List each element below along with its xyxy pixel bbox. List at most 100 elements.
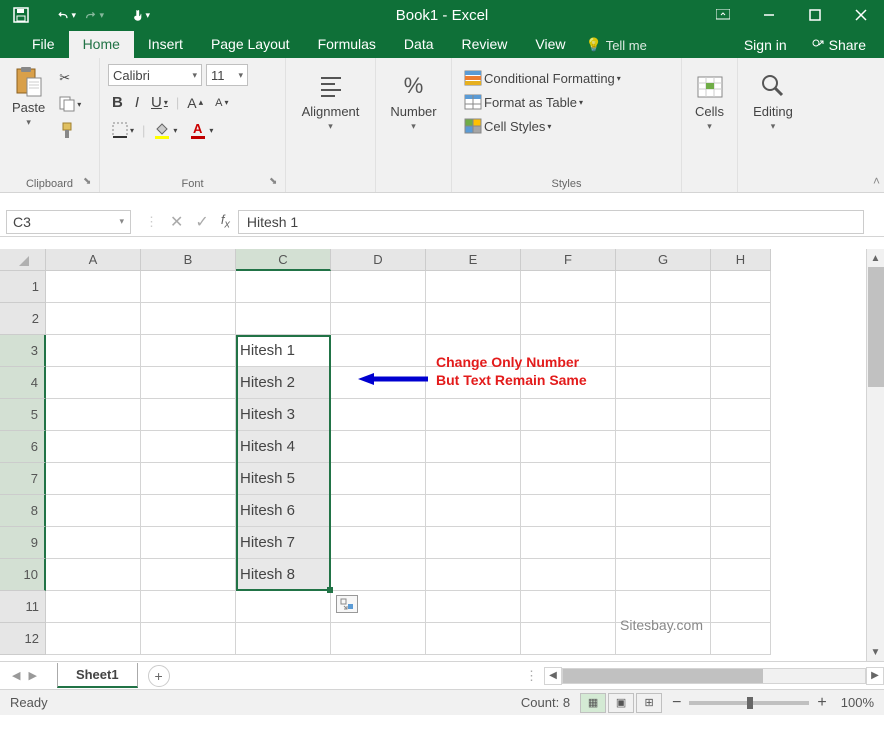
cell-styles-button[interactable]: Cell Styles▾: [460, 116, 673, 136]
zoom-level[interactable]: 100%: [841, 695, 874, 710]
collapse-ribbon-button[interactable]: ˄: [873, 174, 880, 188]
row-header-12[interactable]: 12: [0, 623, 46, 655]
cell-D12[interactable]: [331, 623, 426, 655]
insert-function-button[interactable]: fx: [221, 212, 230, 231]
cell-D8[interactable]: [331, 495, 426, 527]
cell-C2[interactable]: [236, 303, 331, 335]
column-header-B[interactable]: B: [141, 249, 236, 271]
cell-B4[interactable]: [141, 367, 236, 399]
cell-G7[interactable]: [616, 463, 711, 495]
cell-A4[interactable]: [46, 367, 141, 399]
scroll-down-button[interactable]: ▼: [867, 643, 884, 661]
cell-G8[interactable]: [616, 495, 711, 527]
cell-B5[interactable]: [141, 399, 236, 431]
cell-B7[interactable]: [141, 463, 236, 495]
close-button[interactable]: [838, 0, 884, 30]
cell-D1[interactable]: [331, 271, 426, 303]
scroll-right-button[interactable]: ▶: [866, 667, 884, 685]
tab-insert[interactable]: Insert: [134, 31, 197, 58]
horizontal-scrollbar[interactable]: ◀ ▶: [544, 667, 884, 685]
cell-B12[interactable]: [141, 623, 236, 655]
cell-F7[interactable]: [521, 463, 616, 495]
share-button[interactable]: Share: [801, 32, 876, 58]
row-header-10[interactable]: 10: [0, 559, 46, 591]
undo-icon[interactable]: ▾: [58, 6, 76, 24]
cell-F6[interactable]: [521, 431, 616, 463]
paste-button[interactable]: Paste ▾: [8, 64, 49, 190]
tab-pagelayout[interactable]: Page Layout: [197, 31, 304, 58]
tab-data[interactable]: Data: [390, 31, 448, 58]
name-box[interactable]: C3▾: [6, 210, 131, 234]
zoom-in-button[interactable]: +: [817, 694, 826, 712]
cell-B3[interactable]: [141, 335, 236, 367]
cells-button[interactable]: Cells ▾: [690, 68, 729, 134]
cell-G1[interactable]: [616, 271, 711, 303]
fill-handle[interactable]: [327, 587, 333, 593]
vertical-scrollbar[interactable]: ▲ ▼: [866, 249, 884, 661]
cell-E9[interactable]: [426, 527, 521, 559]
autofill-options-button[interactable]: [336, 595, 358, 613]
cell-H7[interactable]: [711, 463, 771, 495]
cell-C5[interactable]: Hitesh 3: [236, 399, 331, 431]
cell-A8[interactable]: [46, 495, 141, 527]
clipboard-dialog-launcher[interactable]: ⬊: [83, 176, 95, 188]
cell-D3[interactable]: [331, 335, 426, 367]
zoom-slider-thumb[interactable]: [747, 697, 753, 709]
cell-G6[interactable]: [616, 431, 711, 463]
cell-A2[interactable]: [46, 303, 141, 335]
ribbon-display-options-icon[interactable]: [700, 0, 746, 30]
tab-home[interactable]: Home: [69, 31, 134, 58]
touch-mode-icon[interactable]: ▾: [132, 6, 150, 24]
cut-button[interactable]: ✂: [55, 68, 85, 88]
cell-C6[interactable]: Hitesh 4: [236, 431, 331, 463]
tab-file[interactable]: File: [18, 31, 69, 58]
cell-E7[interactable]: [426, 463, 521, 495]
fill-color-button[interactable]: ▾: [149, 119, 181, 141]
view-page-layout-button[interactable]: ▣: [608, 693, 634, 713]
cell-E2[interactable]: [426, 303, 521, 335]
cell-A12[interactable]: [46, 623, 141, 655]
cell-C4[interactable]: Hitesh 2: [236, 367, 331, 399]
cell-B9[interactable]: [141, 527, 236, 559]
scroll-up-button[interactable]: ▲: [867, 249, 884, 267]
font-size-selector[interactable]: 11▾: [206, 64, 248, 86]
cell-A7[interactable]: [46, 463, 141, 495]
column-header-F[interactable]: F: [521, 249, 616, 271]
cell-D6[interactable]: [331, 431, 426, 463]
view-page-break-button[interactable]: ⊞: [636, 693, 662, 713]
cell-F2[interactable]: [521, 303, 616, 335]
zoom-slider[interactable]: [689, 701, 809, 705]
alignment-button[interactable]: Alignment ▾: [294, 68, 367, 134]
cell-A9[interactable]: [46, 527, 141, 559]
cell-G4[interactable]: [616, 367, 711, 399]
number-button[interactable]: % Number ▾: [384, 68, 443, 134]
increase-font-button[interactable]: A▴: [183, 93, 207, 113]
editing-button[interactable]: Editing ▾: [746, 68, 800, 134]
cell-F9[interactable]: [521, 527, 616, 559]
decrease-font-button[interactable]: A▾: [211, 95, 232, 111]
formula-input[interactable]: Hitesh 1: [238, 210, 864, 234]
font-dialog-launcher[interactable]: ⬊: [269, 176, 281, 188]
cell-D2[interactable]: [331, 303, 426, 335]
add-sheet-button[interactable]: +: [148, 665, 170, 687]
cell-F12[interactable]: [521, 623, 616, 655]
maximize-button[interactable]: [792, 0, 838, 30]
cell-E8[interactable]: [426, 495, 521, 527]
tab-review[interactable]: Review: [448, 31, 522, 58]
bold-button[interactable]: B: [108, 92, 127, 113]
cell-B6[interactable]: [141, 431, 236, 463]
scroll-thumb-horizontal[interactable]: [563, 669, 763, 683]
row-header-7[interactable]: 7: [0, 463, 46, 495]
cell-H2[interactable]: [711, 303, 771, 335]
cell-H6[interactable]: [711, 431, 771, 463]
cell-C8[interactable]: Hitesh 6: [236, 495, 331, 527]
column-header-A[interactable]: A: [46, 249, 141, 271]
row-header-6[interactable]: 6: [0, 431, 46, 463]
cell-E5[interactable]: [426, 399, 521, 431]
row-header-1[interactable]: 1: [0, 271, 46, 303]
row-header-3[interactable]: 3: [0, 335, 46, 367]
column-header-D[interactable]: D: [331, 249, 426, 271]
cell-B10[interactable]: [141, 559, 236, 591]
select-all-corner[interactable]: [0, 249, 46, 271]
row-header-5[interactable]: 5: [0, 399, 46, 431]
